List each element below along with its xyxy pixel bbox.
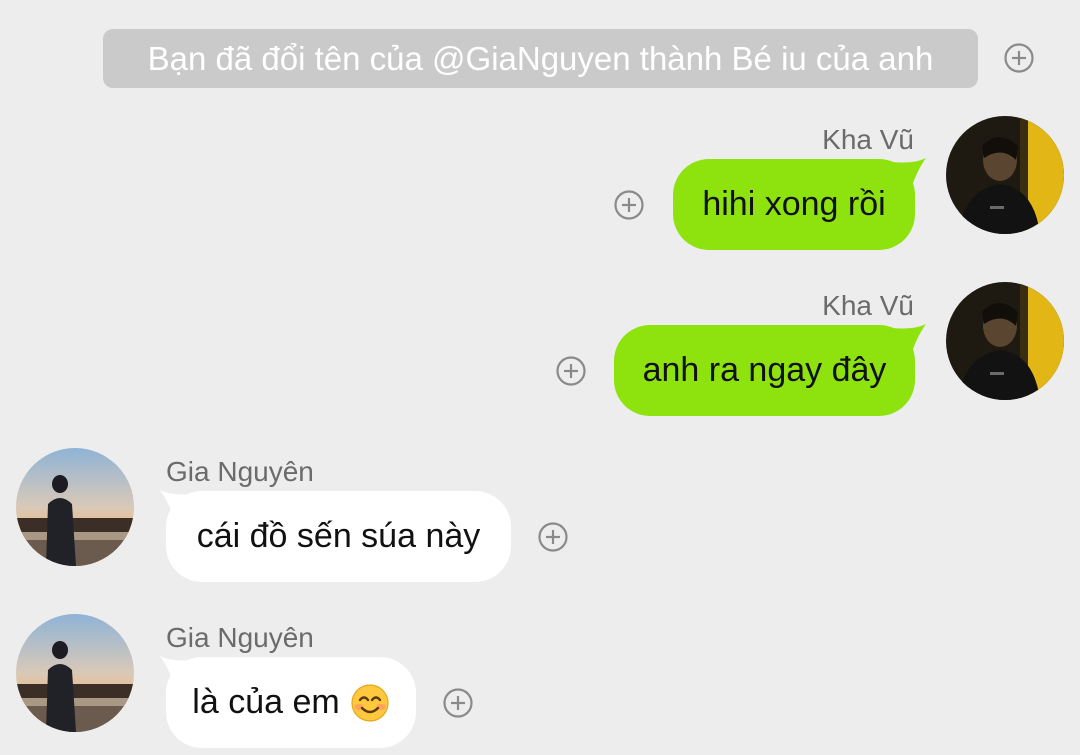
sender-name: Kha Vũ: [822, 290, 914, 321]
add-reaction-icon[interactable]: [443, 688, 473, 718]
message-bubble[interactable]: là của em: [166, 657, 416, 748]
message-bubble[interactable]: cái đồ sến súa này: [166, 491, 511, 582]
avatar-gia-nguyen[interactable]: [16, 448, 134, 566]
sender-name: Kha Vũ: [822, 124, 914, 155]
smiling-face-emoji-icon: [351, 683, 389, 722]
avatar-gia-nguyen[interactable]: [16, 614, 134, 732]
sender-name: Gia Nguyên: [166, 456, 314, 487]
avatar-kha-vu[interactable]: [946, 282, 1064, 400]
sender-name: Gia Nguyên: [166, 622, 314, 653]
add-reaction-icon[interactable]: [1004, 43, 1034, 73]
add-reaction-icon[interactable]: [556, 356, 586, 386]
add-reaction-icon[interactable]: [538, 522, 568, 552]
message-bubble[interactable]: anh ra ngay đây: [614, 325, 915, 416]
message-bubble[interactable]: hihi xong rồi: [673, 159, 915, 250]
avatar-kha-vu[interactable]: [946, 116, 1064, 234]
add-reaction-icon[interactable]: [614, 190, 644, 220]
system-notice: Bạn đã đổi tên của @GiaNguyen thành Bé i…: [103, 29, 978, 88]
message-text: là của em: [192, 683, 340, 721]
